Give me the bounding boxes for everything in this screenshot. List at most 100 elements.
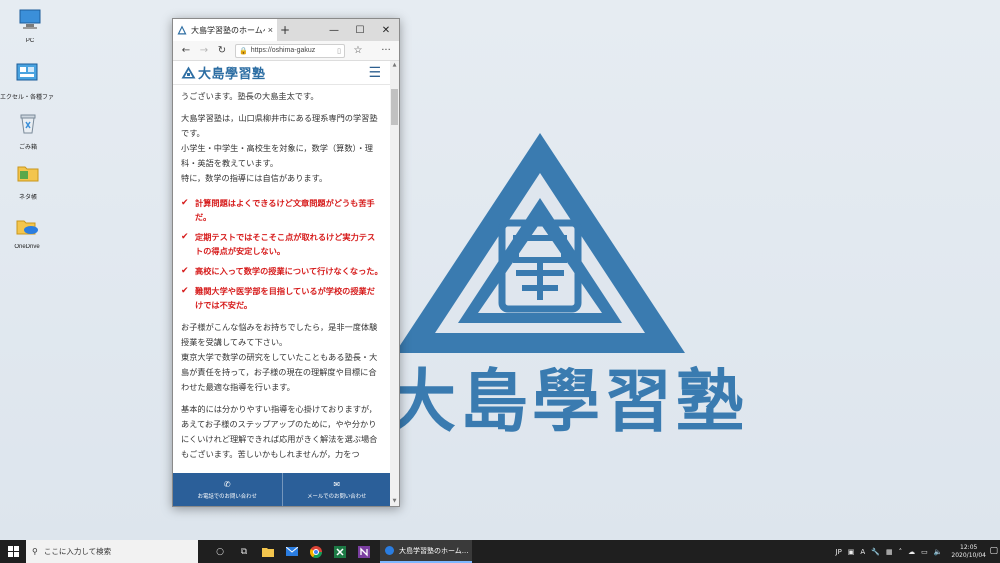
lock-icon: 🔒	[239, 47, 248, 55]
intro-sentence-1: 大島学習塾は，山口県柳井市にある理系専門の学習塾です。	[181, 113, 378, 138]
checkmark-icon: ✔	[181, 286, 189, 296]
more-menu-button[interactable]: ···	[377, 45, 395, 56]
teaching-paragraph: 基本的には分かりやすい指導を心掛けておりますが，あえてお子様のステップアップのた…	[181, 404, 378, 459]
scroll-up-arrow-icon[interactable]: ▲	[390, 61, 399, 70]
start-button[interactable]	[0, 540, 26, 563]
favorite-star-button[interactable]: ☆	[349, 45, 367, 56]
onedrive-icon	[16, 220, 38, 235]
address-bar[interactable]: 🔒 https://oshima-gakuz ▯	[235, 43, 345, 58]
scroll-down-arrow-icon[interactable]: ▼	[390, 497, 399, 506]
maximize-button[interactable]: ☐	[347, 19, 373, 41]
phone-contact-label: お電話でのお問い合わせ	[197, 493, 257, 500]
onenote-icon[interactable]	[352, 540, 376, 563]
recycle-bin-icon	[20, 114, 36, 134]
control-panel-icon	[16, 63, 38, 81]
taskbar-active-app-edge[interactable]: 大島学習塾のホーム...	[380, 540, 472, 563]
folder-icon	[17, 166, 39, 182]
navigation-bar: ← → ↻ 🔒 https://oshima-gakuz ▯ ☆ ···	[173, 41, 399, 61]
tab-oshima-homepage[interactable]: 大島学習塾のホームページ ×	[173, 19, 277, 41]
excel-icon[interactable]	[328, 540, 352, 563]
cortana-icon[interactable]: ○	[208, 540, 232, 563]
tab-strip: 大島学習塾のホームページ × + — ☐ ✕	[173, 19, 399, 41]
taskbar-search-box[interactable]: ⚲ ここに入力して検索	[26, 540, 198, 563]
computer-icon	[19, 9, 41, 29]
input-mode-icon[interactable]: ▣	[848, 548, 855, 556]
mail-contact-button[interactable]: ✉ メールでのお問い合わせ	[281, 473, 392, 506]
system-tray: JP ▣ A 🔧 ▦ ˄ ☁ ▭ 🔈 12:05 2020/10/04	[833, 540, 987, 563]
intro-sentence-2: 小学生・中学生・高校生を対象に，数学（算数）・理科・英語を教えています。	[181, 143, 373, 168]
site-logo-mark-icon	[181, 66, 196, 79]
desktop-icon-label: ネタ帳	[18, 195, 37, 201]
windows-logo-icon	[7, 546, 19, 557]
tab-close-icon[interactable]: ×	[268, 25, 273, 35]
hamburger-menu-icon[interactable]: ☰	[368, 66, 381, 80]
site-logo-text: 大島學習塾	[198, 67, 266, 82]
desktop-icon-label: OneDrive	[14, 244, 40, 250]
checklist-item: ✔ 定期テストではそこそこ点が取れるけど実力テストの得点が安定しない。	[181, 230, 383, 258]
minimize-button[interactable]: —	[321, 19, 347, 41]
window-controls: — ☐ ✕	[321, 19, 399, 41]
trial-sentence-1: お子様がこんな悩みをお持ちでしたら，是非一度体験授業を受講してみて下さい。	[181, 322, 378, 347]
search-placeholder: ここに入力して検索	[43, 547, 112, 556]
close-button[interactable]: ✕	[373, 19, 399, 41]
site-favicon-icon	[177, 25, 187, 35]
site-logo[interactable]: 大島學習塾	[181, 63, 266, 82]
phone-icon: ✆	[223, 479, 231, 489]
checklist-item: ✔ 計算問題はよくできるけど文章問題がどうも苦手だ。	[181, 196, 383, 224]
back-button[interactable]: ←	[177, 45, 195, 56]
new-tab-button[interactable]: +	[277, 23, 293, 37]
mail-app-icon[interactable]	[280, 540, 304, 563]
checklist-item: ✔ 高校に入って数学の授業について行けなくなった。	[181, 264, 383, 278]
desktop-icon-folder[interactable]: ネタ帳	[1, 160, 55, 201]
desktop-icon-label: ごみ箱	[18, 145, 37, 151]
page-viewport: 大島學習塾 ☰ うございます。塾長の大島圭太です。 大島学習塾は，山口県柳井市に…	[173, 61, 391, 506]
checkmark-icon: ✔	[181, 198, 189, 208]
desktop-icon-recycle-bin[interactable]: ごみ箱	[1, 110, 55, 151]
wallpaper-logo-icon	[395, 133, 685, 353]
ime-mode-indicator[interactable]: A	[860, 548, 865, 556]
overflow-chevron-icon[interactable]: ˄	[899, 548, 903, 556]
checklist-item-text: 高校に入って数学の授業について行けなくなった。	[195, 266, 383, 276]
edge-icon	[385, 546, 394, 555]
taskbar-clock[interactable]: 12:05 2020/10/04	[951, 544, 986, 560]
desktop-icon-onedrive[interactable]: OneDrive	[0, 212, 54, 250]
mail-contact-label: メールでのお問い合わせ	[307, 493, 367, 500]
checklist-item: ✔ 難関大学や医学部を目指しているが学校の授業だけでは不安だ。	[181, 284, 383, 312]
volume-icon[interactable]: 🔈	[934, 548, 943, 556]
desktop-icon-pc[interactable]: PC	[3, 6, 57, 44]
scrollbar-thumb[interactable]	[391, 89, 398, 125]
ime-indicator[interactable]: JP	[836, 548, 842, 556]
network-icon[interactable]: ▭	[921, 548, 928, 556]
wallpaper-title: 大島學習塾	[388, 362, 749, 442]
forward-button[interactable]: →	[195, 45, 213, 56]
contact-bar: ✆ お電話でのお問い合わせ ✉ メールでのお問い合わせ	[173, 473, 391, 506]
ime-tools-icon[interactable]: 🔧	[871, 548, 880, 556]
tray-apps-icon[interactable]: ▦	[886, 548, 893, 556]
notification-center-icon[interactable]: ▢	[989, 546, 998, 556]
clock-time: 12:05	[960, 543, 978, 551]
tab-title: 大島学習塾のホームページ	[191, 25, 265, 35]
page-scrollbar[interactable]: ▲ ▼	[390, 61, 399, 506]
desktop-icon-excel-files[interactable]: エクセル・各種ファイル	[0, 60, 54, 101]
browser-window: 大島学習塾のホームページ × + — ☐ ✕ ← → ↻ 🔒 https://o…	[172, 18, 400, 507]
intro-sentence-3: 特に，数学の指導には自信があります。	[181, 173, 328, 183]
checklist-item-text: 定期テストではそこそこ点が取れるけど実力テストの得点が安定しない。	[195, 232, 376, 256]
checkmark-icon: ✔	[181, 266, 189, 276]
cloud-icon[interactable]: ☁	[908, 548, 915, 556]
taskbar-active-app-label: 大島学習塾のホーム...	[399, 546, 469, 555]
refresh-button[interactable]: ↻	[213, 45, 231, 56]
taskbar: ⚲ ここに入力して検索 ○ ⧉ 大島学習塾のホーム... JP ▣ A 🔧 ▦ …	[0, 540, 1000, 563]
task-view-icon[interactable]: ⧉	[232, 540, 256, 563]
trial-sentence-2: 東京大学で数学の研究をしていたこともある塾長・大島が責任を持って，お子様の現在の…	[181, 352, 378, 392]
phone-contact-button[interactable]: ✆ お電話でのお問い合わせ	[173, 473, 282, 506]
chrome-icon[interactable]	[304, 540, 328, 563]
clock-date: 2020/10/04	[951, 551, 986, 559]
search-icon: ⚲	[32, 547, 38, 556]
reading-view-icon[interactable]: ▯	[337, 47, 341, 55]
trial-paragraph: お子様がこんな悩みをお持ちでしたら，是非一度体験授業を受講してみて下さい。 東京…	[181, 320, 383, 395]
desktop-icon-label: PC	[25, 38, 35, 44]
desktop-icon-label: エクセル・各種ファイル	[0, 95, 54, 101]
concern-checklist: ✔ 計算問題はよくできるけど文章問題がどうも苦手だ。 ✔ 定期テストではそこそこ点が…	[181, 196, 383, 312]
file-explorer-icon[interactable]	[256, 540, 280, 563]
address-url: https://oshima-gakuz	[250, 47, 316, 54]
